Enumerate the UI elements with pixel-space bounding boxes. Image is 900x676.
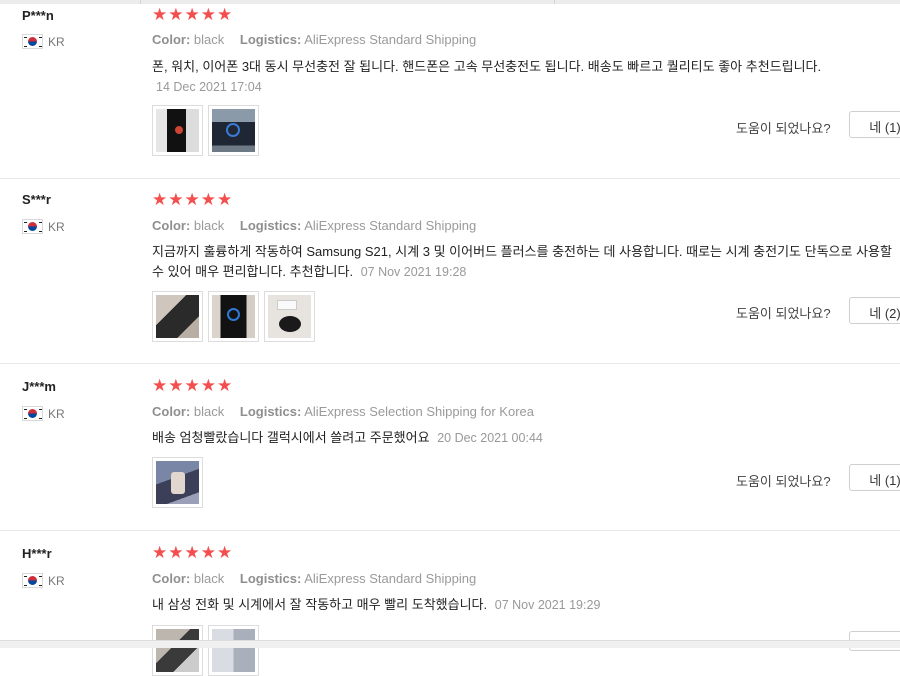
logistics-label: Logistics: bbox=[239, 571, 302, 586]
review-photos bbox=[152, 291, 315, 342]
review-photo-thumbnail[interactable] bbox=[152, 291, 203, 342]
south-korea-flag-icon bbox=[22, 573, 43, 588]
review-date: 07 Nov 2021 19:28 bbox=[360, 265, 467, 279]
helpful-yes-button[interactable]: 네 (2) bbox=[849, 297, 900, 324]
color-label: Color: bbox=[152, 218, 191, 233]
south-korea-flag-icon bbox=[22, 406, 43, 421]
review-attributes: Color: black Logistics: AliExpress Stand… bbox=[152, 32, 488, 47]
color-value: black bbox=[193, 218, 225, 233]
reviewer-name: P***n bbox=[22, 8, 54, 23]
helpful-question: 도움이 되었나요? bbox=[736, 306, 831, 321]
logistics-value: AliExpress Standard Shipping bbox=[304, 218, 477, 233]
review-photo-thumbnail[interactable] bbox=[208, 291, 259, 342]
color-label: Color: bbox=[152, 404, 191, 419]
review-text: 내 삼성 전화 및 시계에서 잘 작동하고 매우 빨리 도착했습니다. 07 N… bbox=[152, 595, 900, 615]
review-item: J***m KR ★★★★★ Color: black Logistics: A… bbox=[0, 363, 900, 531]
helpful-question: 도움이 되었나요? bbox=[736, 121, 831, 136]
review-photos bbox=[152, 105, 259, 156]
color-value: black bbox=[193, 32, 225, 47]
color-label: Color: bbox=[152, 571, 191, 586]
review-attributes: Color: black Logistics: AliExpress Selec… bbox=[152, 404, 546, 419]
review-photo-thumbnail[interactable] bbox=[264, 291, 315, 342]
review-photos bbox=[152, 457, 203, 508]
review-photo-thumbnail[interactable] bbox=[208, 625, 259, 676]
review-body: 내 삼성 전화 및 시계에서 잘 작동하고 매우 빨리 도착했습니다. bbox=[152, 597, 488, 612]
south-korea-flag-icon bbox=[22, 34, 43, 49]
country-code: KR bbox=[48, 573, 65, 588]
reviewer-country: KR bbox=[22, 406, 65, 421]
review-attributes: Color: black Logistics: AliExpress Stand… bbox=[152, 571, 488, 586]
review-text: 폰, 워치, 이어폰 3대 동시 무선충전 잘 됩니다. 핸드폰은 고속 무선충… bbox=[152, 57, 900, 97]
review-photo-thumbnail[interactable] bbox=[152, 105, 203, 156]
review-photo-thumbnail[interactable] bbox=[208, 105, 259, 156]
star-rating: ★★★★★ bbox=[152, 5, 234, 24]
color-label: Color: bbox=[152, 32, 191, 47]
helpful-yes-button[interactable]: 네 (1) bbox=[849, 464, 900, 491]
review-date: 07 Nov 2021 19:29 bbox=[494, 598, 601, 612]
review-body: 지금까지 훌륭하게 작동하여 Samsung S21, 시계 3 및 이어버드 … bbox=[152, 244, 892, 279]
review-attributes: Color: black Logistics: AliExpress Stand… bbox=[152, 218, 488, 233]
review-date: 14 Dec 2021 17:04 bbox=[156, 80, 262, 94]
reviewer-country: KR bbox=[22, 573, 65, 588]
south-korea-flag-icon bbox=[22, 219, 43, 234]
review-photos bbox=[152, 625, 259, 676]
review-text: 배송 엄청빨랐습니다 갤럭시에서 쓸려고 주문했어요 20 Dec 2021 0… bbox=[152, 428, 900, 448]
logistics-value: AliExpress Standard Shipping bbox=[304, 32, 477, 47]
logistics-value: AliExpress Standard Shipping bbox=[304, 571, 477, 586]
logistics-label: Logistics: bbox=[239, 218, 302, 233]
review-text: 지금까지 훌륭하게 작동하여 Samsung S21, 시계 3 및 이어버드 … bbox=[152, 242, 900, 282]
review-photo-thumbnail[interactable] bbox=[152, 625, 203, 676]
review-body: 배송 엄청빨랐습니다 갤럭시에서 쓸려고 주문했어요 bbox=[152, 430, 430, 445]
review-date: 20 Dec 2021 00:44 bbox=[437, 431, 543, 445]
color-value: black bbox=[193, 571, 225, 586]
review-item: P***n KR ★★★★★ Color: black Logistics: A… bbox=[0, 0, 900, 179]
review-item: H***r KR ★★★★★ Color: black Logistics: A… bbox=[0, 530, 900, 676]
logistics-label: Logistics: bbox=[239, 32, 302, 47]
helpful-yes-button[interactable]: 네 (1) bbox=[849, 111, 900, 138]
country-code: KR bbox=[48, 406, 65, 421]
reviewer-name: H***r bbox=[22, 546, 52, 561]
country-code: KR bbox=[48, 34, 65, 49]
color-value: black bbox=[193, 404, 225, 419]
star-rating: ★★★★★ bbox=[152, 190, 234, 209]
review-item: S***r KR ★★★★★ Color: black Logistics: A… bbox=[0, 178, 900, 364]
country-code: KR bbox=[48, 219, 65, 234]
reviewer-name: S***r bbox=[22, 192, 51, 207]
review-photo-thumbnail[interactable] bbox=[152, 457, 203, 508]
logistics-value: AliExpress Selection Shipping for Korea bbox=[304, 404, 534, 419]
logistics-label: Logistics: bbox=[239, 404, 302, 419]
review-body: 폰, 워치, 이어폰 3대 동시 무선충전 잘 됩니다. 핸드폰은 고속 무선충… bbox=[152, 59, 822, 74]
star-rating: ★★★★★ bbox=[152, 543, 234, 562]
reviewer-name: J***m bbox=[22, 379, 56, 394]
reviewer-country: KR bbox=[22, 219, 65, 234]
star-rating: ★★★★★ bbox=[152, 376, 234, 395]
helpful-question: 도움이 되었나요? bbox=[736, 474, 831, 489]
reviewer-country: KR bbox=[22, 34, 65, 49]
